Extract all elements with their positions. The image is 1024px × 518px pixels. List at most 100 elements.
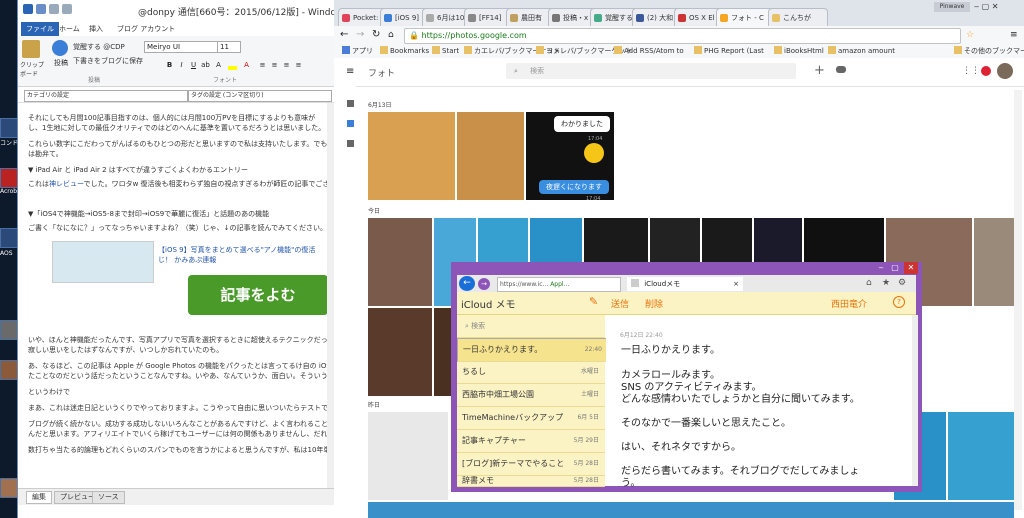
align-center-icon[interactable]: ≡ <box>270 61 279 70</box>
ie-url-box[interactable]: https://www.ic... Appl... <box>497 277 621 292</box>
forward-button[interactable]: → <box>478 278 490 290</box>
albums-icon[interactable] <box>347 140 354 147</box>
note-item[interactable]: 一日ふりかえります。 22:40 <box>457 338 609 362</box>
bookmark-item[interactable]: Bookmarks <box>380 45 429 57</box>
forward-button[interactable]: → <box>356 29 364 41</box>
article-link[interactable]: 【iOS 9】写真をまとめて選べる"アノ機能"の復活 <box>158 245 328 255</box>
help-icon[interactable]: ? <box>893 296 905 308</box>
menu-icon[interactable]: ≡ <box>1010 29 1018 41</box>
favorites-icon[interactable]: ★ <box>882 278 890 288</box>
avatar[interactable] <box>997 63 1013 79</box>
align-left-icon[interactable]: ≡ <box>258 61 267 70</box>
profile-badge[interactable]: Pinwave <box>934 2 970 12</box>
category-select[interactable]: カテゴリの設定 <box>24 90 188 102</box>
article-link-2[interactable]: じ！ かみあぷ連報 <box>158 255 328 265</box>
upload-cloud-icon[interactable] <box>836 66 846 73</box>
redo-icon[interactable] <box>62 4 72 14</box>
maximize-button[interactable]: ▢ <box>888 262 902 274</box>
note-item[interactable]: 西脇市中畑工場公園 土曜日 <box>457 384 605 407</box>
menu-icon[interactable]: ≡ <box>346 66 354 77</box>
settings-icon[interactable]: ⚙ <box>898 278 906 288</box>
star-icon[interactable]: ☆ <box>966 29 974 41</box>
save-icon[interactable] <box>36 4 46 14</box>
bookmark-other[interactable]: その他のブックマーク <box>954 45 1024 57</box>
read-article-button[interactable]: 記事をよむ <box>188 275 328 315</box>
editor-scrollbar[interactable] <box>327 103 334 488</box>
save-draft-button[interactable]: 下書きをブログに保存 <box>73 56 143 66</box>
bold-button[interactable]: B <box>165 61 174 70</box>
tab-edit[interactable]: 編集 <box>26 491 52 504</box>
bookmark-apps[interactable]: アプリ <box>342 45 373 57</box>
photo-thumb[interactable] <box>457 112 524 200</box>
photo-thumb[interactable] <box>368 308 432 396</box>
back-button[interactable]: ← <box>459 276 475 291</box>
note-item[interactable]: [ブログ]新テーマでやること 5月 28日 <box>457 453 605 476</box>
bookmark-item[interactable]: amazon amount <box>828 45 895 57</box>
tags-input[interactable]: タグの設定 (コンマ区切り) <box>188 90 332 102</box>
app-title[interactable]: iCloud メモ <box>461 296 516 311</box>
publish-button[interactable]: 投稿 <box>54 58 68 68</box>
photo-thumb[interactable] <box>368 112 455 200</box>
assistant-icon[interactable] <box>347 100 354 107</box>
photos-scrollbar[interactable] <box>1014 90 1022 510</box>
delete-button[interactable]: 削除 <box>645 297 663 310</box>
publish-icon[interactable] <box>52 40 68 56</box>
window-controls[interactable]: ‒ ▢ ✕ <box>974 2 1022 12</box>
bookmark-item[interactable]: Start <box>432 45 459 57</box>
undo-icon[interactable] <box>49 4 59 14</box>
tab-blog-account[interactable]: ブログ アカウント <box>112 22 180 36</box>
italic-button[interactable]: I <box>177 61 186 70</box>
notification-icon[interactable] <box>981 66 991 76</box>
url-text: https://www.ic... <box>500 281 549 288</box>
underline-button[interactable]: U <box>189 61 198 70</box>
note-scrollbar[interactable] <box>912 315 918 486</box>
tab-home[interactable]: ホーム <box>54 22 85 36</box>
note-item[interactable]: 辞書メモ 5月 28日 <box>457 476 605 487</box>
bookmark-item[interactable]: PHG Report (Last <box>694 45 764 57</box>
tab-insert[interactable]: 挿入 <box>84 22 108 36</box>
photo-thumb[interactable] <box>974 218 1014 306</box>
photo-row[interactable] <box>368 502 1014 518</box>
search-box[interactable]: ⌕ 検索 <box>506 63 796 79</box>
add-icon[interactable]: + <box>814 63 825 78</box>
close-button[interactable]: ✕ <box>904 262 918 274</box>
note-item[interactable]: TimeMachineバックアップ 6月 5日 <box>457 407 605 430</box>
photo-thumb[interactable] <box>368 412 448 500</box>
font-size-select[interactable]: 11 <box>217 41 241 53</box>
minimize-button[interactable]: ‒ <box>874 262 888 274</box>
photos-nav-icon[interactable] <box>347 120 354 127</box>
home-icon[interactable]: ⌂ <box>866 278 872 288</box>
user-menu[interactable]: 西田竜介 <box>831 297 867 310</box>
address-bar[interactable]: 🔒 https://photos.google.com <box>404 28 961 44</box>
tab-source[interactable]: ソース <box>92 491 125 504</box>
home-button[interactable]: ⌂ <box>388 29 394 41</box>
apps-grid-icon[interactable]: ⋮⋮ <box>962 66 980 76</box>
browser-tab[interactable]: こんちが <box>768 8 828 27</box>
highlight-icon[interactable] <box>228 66 237 70</box>
reload-button[interactable]: ↻ <box>372 29 380 41</box>
send-button[interactable]: 送信 <box>611 297 629 310</box>
compose-icon[interactable]: ✎ <box>589 295 598 308</box>
photo-thumb[interactable] <box>368 218 432 306</box>
notes-search[interactable]: ⌕ 検索 <box>457 315 605 338</box>
tab-close-icon[interactable]: × <box>733 277 739 291</box>
editor-area[interactable]: それにしても月間100記事目指すのは、個人的には月間100万PVを目標にするより… <box>18 103 334 488</box>
ie-tab[interactable]: iCloudメモ × <box>627 277 743 291</box>
photo-thumb[interactable] <box>948 412 1014 500</box>
font-color-button[interactable]: A <box>242 61 251 70</box>
clipboard-icon[interactable] <box>22 40 40 58</box>
note-item[interactable]: 記事キャプチャー 5月 29日 <box>457 430 605 453</box>
note-item[interactable]: ちるし 水曜日 <box>457 361 605 384</box>
back-button[interactable]: ← <box>340 29 348 41</box>
font-name-select[interactable]: Meiryo UI <box>144 41 218 53</box>
preview-button[interactable]: 覚醒する @CDP <box>73 42 125 52</box>
align-right-icon[interactable]: ≡ <box>282 61 291 70</box>
justify-icon[interactable]: ≡ <box>294 61 303 70</box>
review-link[interactable]: 神レビュー <box>49 180 84 188</box>
strike-button[interactable]: ab <box>201 61 210 70</box>
clear-format-button[interactable]: A <box>214 61 223 70</box>
clipboard-label: クリップ ボード <box>20 62 45 78</box>
bookmark-item[interactable]: iBooksHtml <box>774 45 824 57</box>
tab-label: (2) 大和 <box>647 14 674 22</box>
bookmark-item[interactable]: Add RSS/Atom to <box>614 45 684 57</box>
